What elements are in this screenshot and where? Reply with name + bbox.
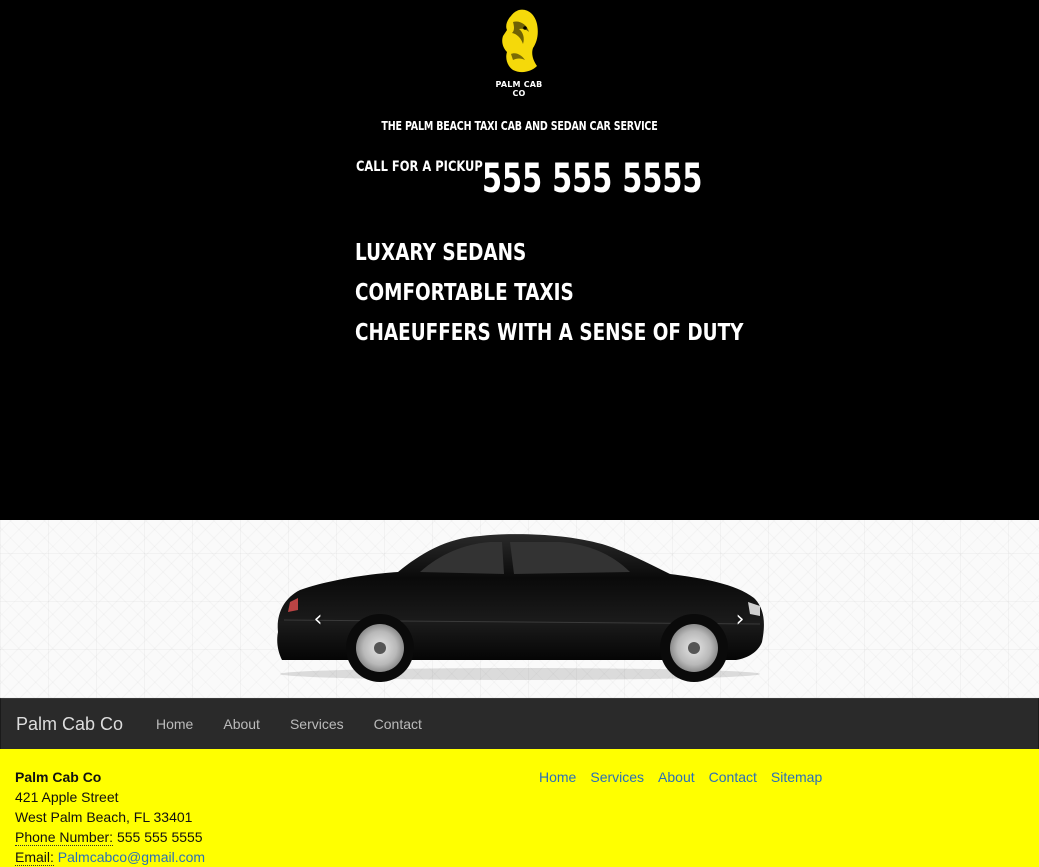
- feature-item: COMFORTABLE TAXIS: [355, 280, 574, 306]
- phone-number[interactable]: 555 555 5555: [482, 156, 702, 202]
- footer-link-services[interactable]: Services: [590, 767, 644, 787]
- email-link[interactable]: Palmcabco@gmail.com: [58, 849, 205, 865]
- feature-item: CHAEUFFERS WITH A SENSE OF DUTY: [355, 320, 744, 346]
- call-to-action: CALL FOR A PICKUP 555 555 5555: [356, 156, 702, 202]
- nav-item-services[interactable]: Services: [275, 699, 359, 749]
- nav-item-about[interactable]: About: [208, 699, 275, 749]
- image-carousel: ‹ ›: [0, 520, 1039, 698]
- address-block: Palm Cab Co 421 Apple Street West Palm B…: [15, 767, 205, 867]
- carousel-prev-button[interactable]: ‹: [306, 608, 330, 632]
- horse-head-icon: [502, 9, 538, 73]
- city-state-zip: West Palm Beach, FL 33401: [15, 809, 193, 825]
- logo[interactable]: PALM CAB CO: [489, 8, 549, 98]
- sedan-car-image: [277, 534, 764, 682]
- nav-item-contact[interactable]: Contact: [359, 699, 437, 749]
- email-label: Email:: [15, 849, 54, 866]
- logo-text: PALM CAB CO: [495, 80, 543, 98]
- footer-links: Home Services About Contact Sitemap: [539, 767, 822, 787]
- footer: Palm Cab Co 421 Apple Street West Palm B…: [0, 749, 1039, 867]
- tagline: THE PALM BEACH TAXI CAB AND SEDAN CAR SE…: [381, 119, 658, 133]
- nav-menu: Home About Services Contact: [141, 699, 437, 749]
- feature-list: LUXARY SEDANS COMFORTABLE TAXIS CHAEUFFE…: [355, 235, 841, 355]
- nav-item-home[interactable]: Home: [141, 699, 208, 749]
- chevron-left-icon: ‹: [313, 607, 323, 632]
- street-address: 421 Apple Street: [15, 789, 119, 805]
- footer-link-about[interactable]: About: [658, 767, 695, 787]
- footer-phone: 555 555 5555: [116, 829, 203, 845]
- call-label: CALL FOR A PICKUP: [356, 159, 483, 175]
- footer-link-home[interactable]: Home: [539, 767, 576, 787]
- navbar: Palm Cab Co Home About Services Contact: [0, 698, 1039, 750]
- chevron-right-icon: ›: [735, 607, 745, 632]
- hero-section: PALM CAB CO THE PALM BEACH TAXI CAB AND …: [0, 0, 1039, 520]
- carousel-next-button[interactable]: ›: [728, 608, 752, 632]
- company-name: Palm Cab Co: [15, 769, 102, 785]
- navbar-brand[interactable]: Palm Cab Co: [16, 714, 123, 735]
- footer-link-sitemap[interactable]: Sitemap: [771, 767, 822, 787]
- feature-item: LUXARY SEDANS: [355, 240, 527, 266]
- footer-link-contact[interactable]: Contact: [709, 767, 757, 787]
- phone-label: Phone Number:: [15, 829, 114, 846]
